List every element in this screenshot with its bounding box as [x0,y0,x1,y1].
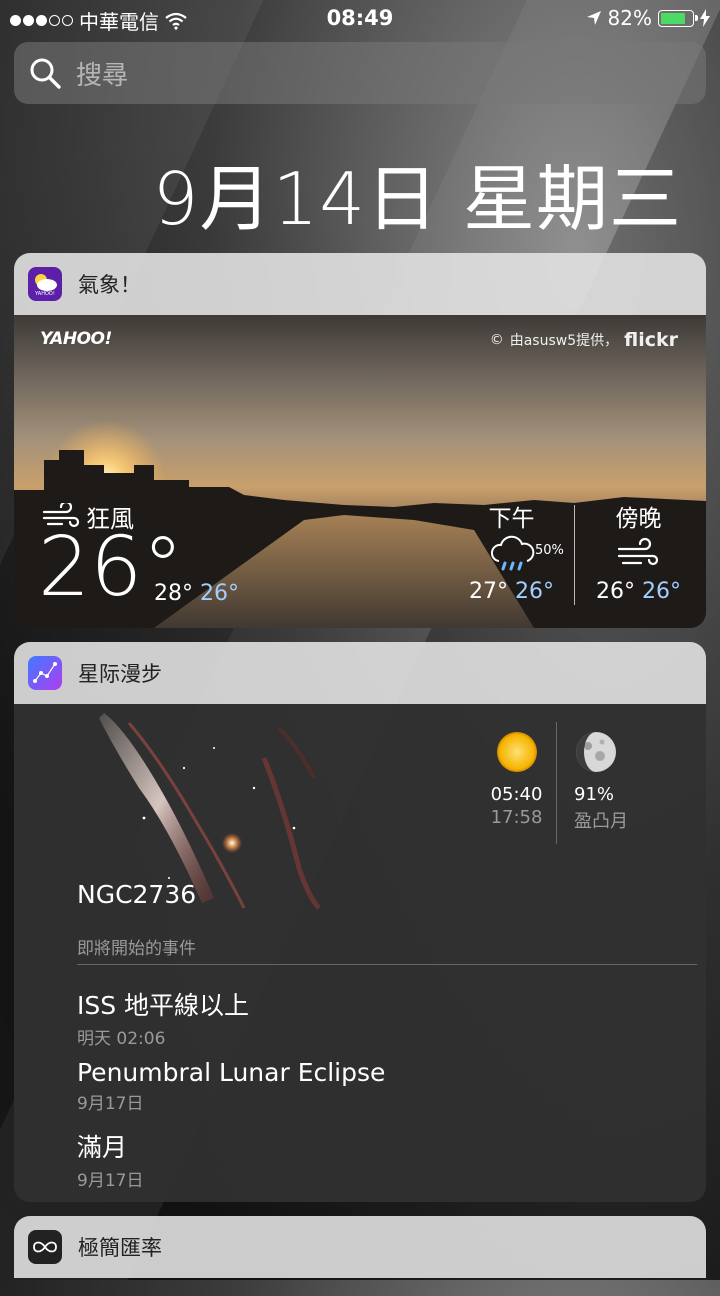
forecast-icon-wrap: 50% [469,533,564,573]
weather-app-name: 氣象！ [78,273,141,297]
location-arrow-icon [586,11,601,25]
svg-text:YAHOO!: YAHOO! [34,291,55,297]
forecast-label: 下午 [488,506,535,532]
moon-illumination: 91% [574,784,615,805]
status-right: 82% [586,6,710,30]
battery-fill [661,12,685,24]
rain-cloud-icon [490,535,535,571]
sky-app-icon [28,656,62,690]
search-placeholder: 搜尋 [76,60,129,91]
forecast-afternoon: 下午 50% 27° 26° [469,499,564,604]
forecast-high: 27° [469,579,508,604]
flickr-logo: flickr [624,329,678,351]
event-time: 明天 02:06 [77,1029,166,1049]
battery-percent: 82% [607,6,652,30]
moon-icon [576,732,616,772]
forecast-temps: 27° 26° [469,579,554,604]
forecast-high: 26° [596,579,635,604]
forecast-divider [574,505,575,605]
currency-widget-header[interactable]: 極簡匯率 [14,1216,706,1278]
status-bar: 中華電信 08:49 82% [0,0,720,38]
precip-chance: 50% [535,543,564,558]
charging-bolt-icon [700,9,710,27]
battery-icon [658,9,698,27]
weather-widget[interactable]: YAHOO! 氣象！ YAHOO! © 由asusw5提供， flickr 狂風… [14,253,706,628]
sun-moon-divider [556,722,557,844]
moon-info: 91% 盈凸月 [574,730,654,833]
current-hilo: 28° 26° [154,581,239,606]
forecast-evening: 傍晚 26° 26° [596,499,681,604]
photo-credit-text: 由asusw5提供， [509,333,619,349]
moon-phase: 盈凸月 [574,811,628,832]
currency-app-name: 極簡匯率 [78,1236,162,1260]
forecast-label: 傍晚 [615,506,662,532]
search-bar[interactable]: 搜尋 [14,42,706,104]
wind-icon [617,537,658,566]
copyright-icon: © [489,332,504,348]
event-time: 9月17日 [77,1094,144,1114]
sky-widget-header[interactable]: 星际漫步 [14,642,706,704]
sky-widget-body: NGC2736 05:40 17:58 91% 盈凸月 即將開始的事件 ISS … [14,704,706,1202]
event-name: Penumbral Lunar Eclipse [77,1058,386,1087]
cloud-sun-icon: YAHOO! [34,274,57,297]
event-name: 滿月 [77,1133,128,1162]
skyview-widget[interactable]: 星际漫步 NGC2736 05:40 17:58 91% 盈凸月 即將開始的事件… [14,642,706,1202]
sun-times: 05:40 17:58 [484,730,549,828]
sky-app-name: 星际漫步 [78,662,162,686]
yahoo-weather-app-icon: YAHOO! [28,267,62,301]
event-item[interactable]: ISS 地平線以上 明天 02:06 [77,986,249,1049]
date-header: 9月14日 星期三 [152,157,682,241]
forecast-icon-wrap [596,533,681,573]
weather-widget-header[interactable]: YAHOO! 氣象！ [14,253,706,315]
currency-app-icon [28,1230,62,1264]
forecast-temps: 26° 26° [596,579,681,604]
events-header: 即將開始的事件 [77,939,196,959]
event-name: ISS 地平線以上 [77,991,250,1020]
high-temp: 28° [154,581,193,606]
search-icon [30,58,61,89]
event-item[interactable]: 滿月 9月17日 [77,1128,143,1191]
constellation-icon [33,662,57,683]
sunrise-time: 05:40 [490,784,543,805]
events-divider [77,964,697,965]
event-item[interactable]: Penumbral Lunar Eclipse 9月17日 [77,1058,385,1114]
forecast-low: 26° [642,579,681,604]
currency-widget[interactable]: 極簡匯率 [14,1216,706,1296]
photo-credit[interactable]: © 由asusw5提供， flickr [490,329,678,351]
event-time: 9月17日 [77,1171,144,1191]
sun-icon [496,732,537,772]
low-temp: 26° [200,581,239,606]
sky-object-name: NGC2736 [77,880,197,909]
infinity-icon [33,1241,57,1253]
yahoo-logo: YAHOO! [40,329,112,349]
weather-photo[interactable]: YAHOO! © 由asusw5提供， flickr 狂風 26° 28° 26… [14,315,706,628]
forecast-low: 26° [515,579,554,604]
sunset-time: 17:58 [490,807,543,828]
